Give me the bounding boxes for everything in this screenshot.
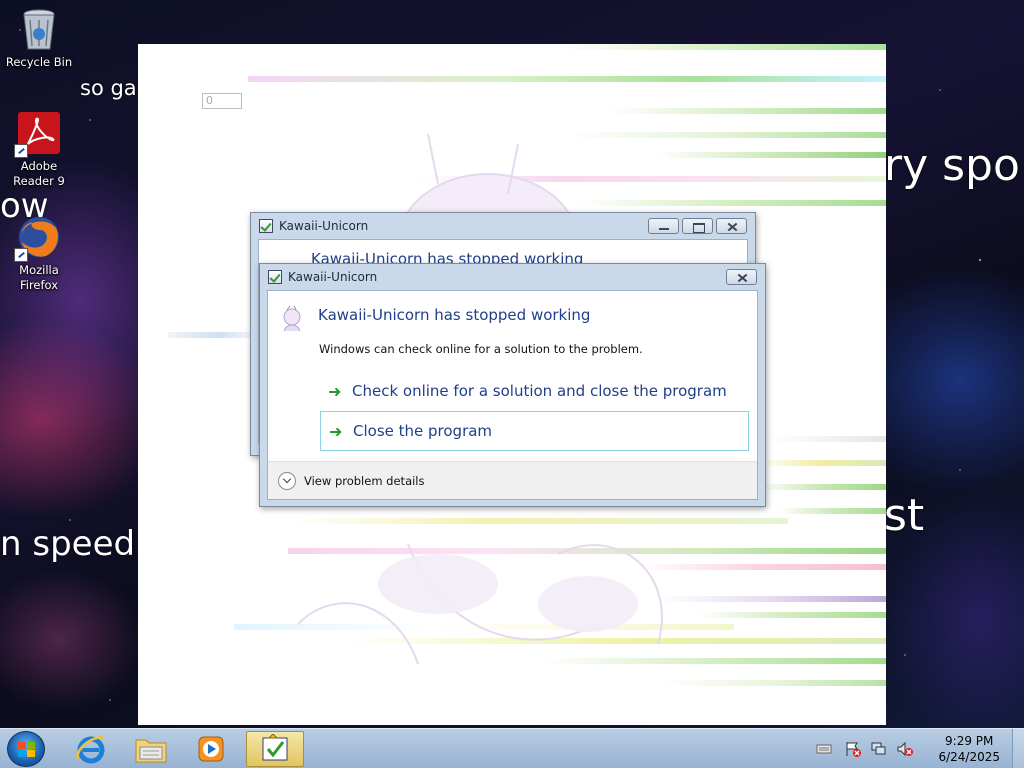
glitch-bar bbox=[778, 508, 886, 514]
close-button[interactable] bbox=[716, 218, 747, 234]
taskbar: 9:29 PM 6/24/2025 bbox=[0, 728, 1024, 768]
glitch-bar bbox=[758, 484, 886, 490]
start-button[interactable] bbox=[7, 731, 45, 767]
minimize-button[interactable] bbox=[648, 218, 679, 234]
maximize-button[interactable] bbox=[682, 218, 713, 234]
recycle-bin-icon bbox=[16, 6, 62, 52]
kawaii-unicorn-icon bbox=[262, 734, 288, 761]
clock-time: 9:29 PM bbox=[945, 734, 994, 748]
counter-input[interactable]: 0 bbox=[202, 93, 242, 109]
desktop-icon-recycle-bin[interactable]: Recycle Bin bbox=[0, 6, 78, 70]
network-icon[interactable] bbox=[870, 740, 888, 758]
show-desktop-button[interactable] bbox=[1012, 729, 1024, 768]
glitch-bar bbox=[558, 44, 886, 50]
green-arrow-icon: ➜ bbox=[329, 421, 343, 441]
folder-icon bbox=[135, 739, 167, 763]
title-bar: Kawaii-Unicorn bbox=[260, 264, 765, 290]
unicorn-app-icon bbox=[278, 305, 306, 333]
chevron-down-icon bbox=[278, 471, 296, 490]
dialog-title: Kawaii-Unicorn bbox=[288, 270, 378, 284]
desktop-icon-label: Recycle Bin bbox=[5, 55, 73, 69]
shortcut-arrow-icon bbox=[14, 144, 28, 158]
wallpaper-text: ry spo bbox=[884, 140, 1020, 191]
desktop-icon-firefox[interactable]: Mozilla Firefox bbox=[0, 214, 78, 293]
taskbar-kawaii-unicorn[interactable] bbox=[246, 731, 304, 767]
taskbar-internet-explorer[interactable] bbox=[62, 731, 120, 767]
glitch-bar bbox=[758, 460, 886, 466]
adobe-reader-icon bbox=[14, 110, 62, 158]
internet-explorer-icon bbox=[76, 736, 105, 764]
app-icon bbox=[259, 219, 273, 233]
desktop-icon-label: Mozilla Firefox bbox=[19, 263, 59, 292]
keyboard-icon[interactable] bbox=[816, 741, 832, 757]
title-bar: Kawaii-Unicorn bbox=[251, 213, 755, 239]
dialog-title: Kawaii-Unicorn bbox=[279, 219, 369, 233]
shortcut-arrow-icon bbox=[14, 248, 28, 262]
wallpaper-text: st bbox=[884, 490, 925, 541]
glitch-bar bbox=[248, 76, 886, 82]
action-center-icon[interactable] bbox=[844, 740, 862, 758]
dialog-body: Kawaii-Unicorn has stopped working Windo… bbox=[267, 290, 758, 500]
green-arrow-icon: ➜ bbox=[328, 381, 342, 401]
media-player-icon bbox=[198, 736, 224, 762]
option-label: Check online for a solution and close th… bbox=[352, 382, 727, 400]
windows-logo-icon bbox=[18, 742, 36, 758]
close-button[interactable] bbox=[726, 269, 757, 285]
wallpaper-text: so gal bbox=[80, 76, 143, 100]
check-online-option[interactable]: ➜ Check online for a solution and close … bbox=[320, 371, 749, 411]
close-program-option[interactable]: ➜ Close the program bbox=[320, 411, 749, 451]
taskbar-media-player[interactable] bbox=[182, 731, 240, 767]
dialog-subtext: Windows can check online for a solution … bbox=[319, 342, 643, 356]
dialog-heading: Kawaii-Unicorn has stopped working bbox=[318, 306, 591, 324]
wallpaper-text: n speed bbox=[0, 524, 136, 564]
desktop-icon-label: Adobe Reader 9 bbox=[13, 159, 65, 188]
clock-date: 6/24/2025 bbox=[938, 750, 1000, 764]
details-label: View problem details bbox=[304, 473, 425, 488]
volume-muted-icon[interactable] bbox=[896, 740, 914, 758]
option-label: Close the program bbox=[353, 422, 493, 440]
system-clock[interactable]: 9:29 PM 6/24/2025 bbox=[938, 733, 1000, 765]
app-icon bbox=[268, 270, 282, 284]
desktop-icon-adobe-reader[interactable]: Adobe Reader 9 bbox=[0, 110, 78, 189]
error-dialog: Kawaii-Unicorn Kawaii-Unicorn has stoppe… bbox=[259, 263, 766, 507]
glitch-bar bbox=[768, 436, 886, 442]
taskbar-windows-explorer[interactable] bbox=[122, 731, 180, 767]
view-details-toggle[interactable]: View problem details bbox=[268, 461, 757, 499]
system-tray bbox=[816, 729, 914, 768]
firefox-icon bbox=[14, 214, 62, 262]
